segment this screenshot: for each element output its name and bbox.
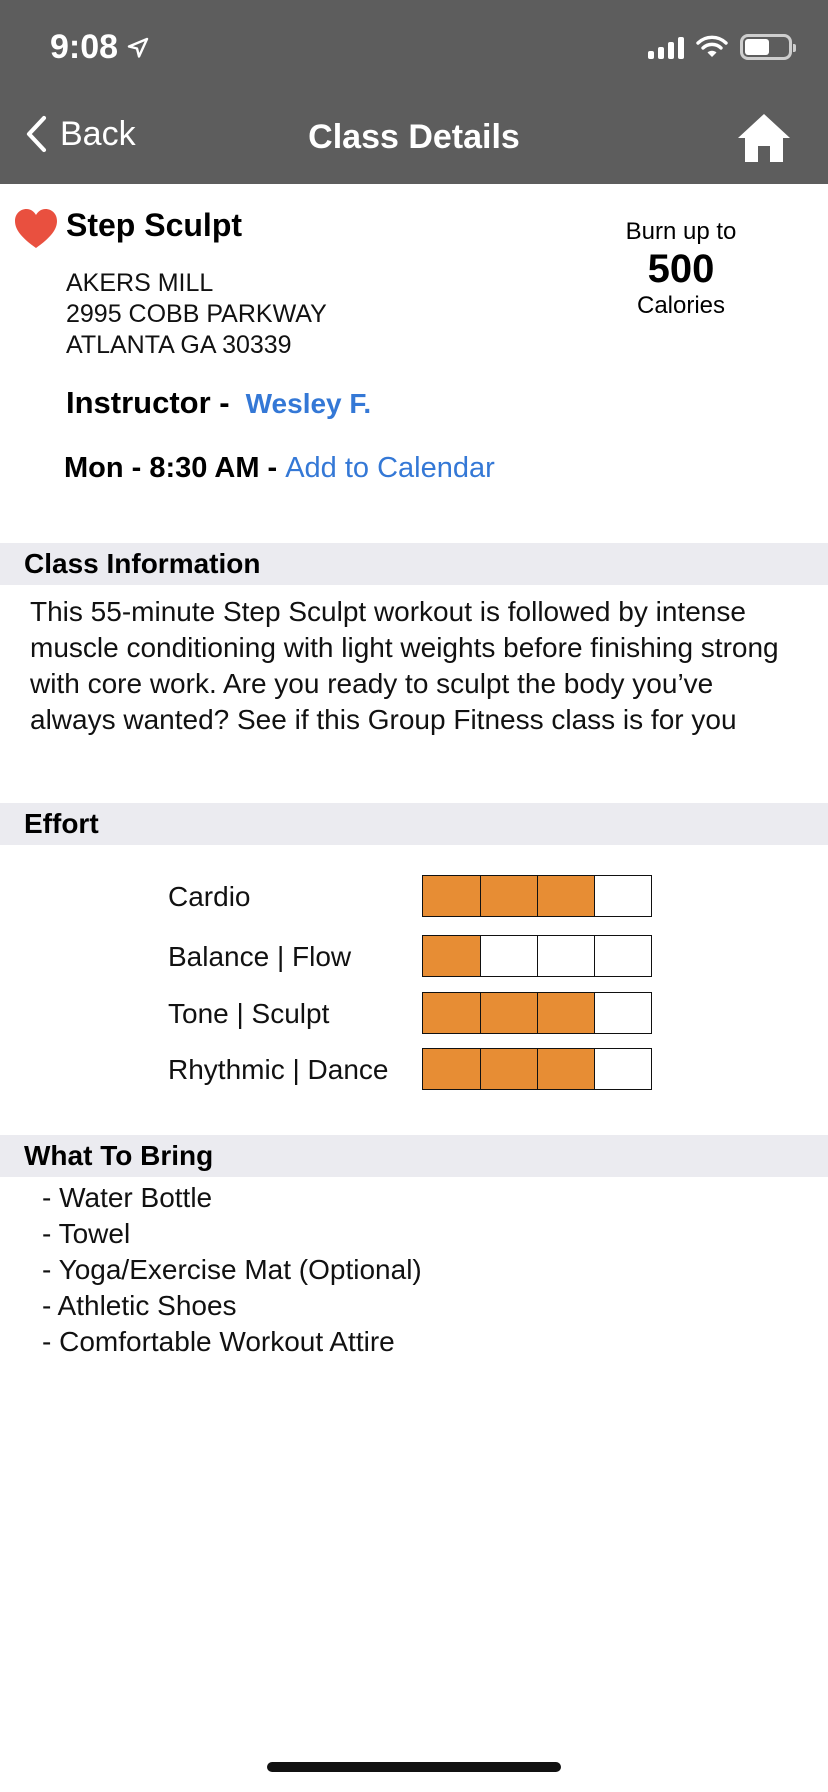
- battery-icon: [740, 34, 796, 60]
- class-description: This 55-minute Step Sculpt workout is fo…: [30, 596, 779, 735]
- list-item: - Comfortable Workout Attire: [42, 1326, 395, 1357]
- effort-label: Rhythmic | Dance: [168, 1054, 389, 1085]
- effort-cell-empty: [594, 1049, 651, 1089]
- effort-cell-filled: [537, 993, 594, 1033]
- effort-label: Balance | Flow: [168, 941, 352, 972]
- list-item: - Towel: [42, 1218, 131, 1249]
- effort-cell-filled: [423, 993, 480, 1033]
- status-time-text: 9:08: [50, 28, 119, 66]
- effort-row: Cardio: [168, 875, 668, 917]
- effort-cell-filled: [537, 876, 594, 916]
- effort-cell-empty: [537, 936, 594, 976]
- effort-cell-filled: [480, 993, 537, 1033]
- schedule-row: Mon - 8:30 AM - Add to Calendar: [64, 452, 495, 485]
- effort-cell-filled: [423, 936, 480, 976]
- effort-level-bar: [422, 1048, 652, 1090]
- status-time: 9:08: [50, 28, 150, 67]
- instructor-link[interactable]: Wesley F.: [246, 388, 372, 420]
- home-icon[interactable]: [736, 112, 792, 164]
- class-information-heading: Class Information: [0, 543, 828, 585]
- effort-label: Cardio: [168, 881, 251, 912]
- calorie-burn: Burn up to 500 Calories: [595, 218, 767, 320]
- location-arrow-icon: [127, 37, 149, 58]
- heart-icon[interactable]: [14, 208, 58, 250]
- calorie-suffix: Calories: [636, 292, 726, 319]
- list-item: - Water Bottle: [42, 1182, 213, 1213]
- effort-level-bar: [422, 875, 652, 917]
- instructor-row: Instructor - Wesley F.: [66, 385, 371, 421]
- calorie-prefix: Burn up to: [625, 218, 737, 245]
- schedule-time: Mon - 8:30 AM -: [64, 452, 278, 484]
- calorie-value: 500: [647, 247, 715, 291]
- status-indicators: [648, 34, 796, 60]
- home-indicator[interactable]: [267, 1762, 561, 1772]
- what-to-bring-heading: What To Bring: [0, 1135, 828, 1177]
- what-to-bring-list: - Water Bottle - Towel - Yoga/Exercise Mat…: [42, 1180, 422, 1360]
- list-item: - Athletic Shoes: [42, 1290, 237, 1321]
- address-line: ATLANTA GA 30339: [66, 331, 292, 359]
- effort-cell-filled: [480, 1049, 537, 1089]
- class-address: AKERS MILL 2995 COBB PARKWAY ATLANTA GA …: [66, 268, 327, 361]
- cellular-signal-icon: [648, 35, 684, 59]
- address-line: AKERS MILL: [66, 269, 214, 297]
- list-item: - Yoga/Exercise Mat (Optional): [42, 1254, 422, 1285]
- instructor-label: Instructor -: [66, 385, 230, 420]
- wifi-icon: [696, 35, 728, 57]
- effort-cell-empty: [480, 936, 537, 976]
- effort-cell-filled: [537, 1049, 594, 1089]
- effort-cell-filled: [480, 876, 537, 916]
- effort-heading: Effort: [0, 803, 828, 845]
- effort-cell-filled: [423, 1049, 480, 1089]
- effort-row: Tone | Sculpt: [168, 992, 668, 1034]
- effort-level-bar: [422, 935, 652, 977]
- effort-row: Rhythmic | Dance: [168, 1048, 668, 1090]
- class-name: Step Sculpt: [66, 207, 243, 243]
- add-to-calendar-link[interactable]: Add to Calendar: [285, 452, 495, 485]
- effort-cell-empty: [594, 993, 651, 1033]
- effort-label: Tone | Sculpt: [168, 998, 330, 1029]
- effort-cell-filled: [423, 876, 480, 916]
- effort-level-bar: [422, 992, 652, 1034]
- page-title: Class Details: [308, 118, 520, 156]
- effort-cell-empty: [594, 936, 651, 976]
- effort-cell-empty: [594, 876, 651, 916]
- effort-row: Balance | Flow: [168, 935, 668, 977]
- app-header: 9:08 Back Class Details: [0, 0, 828, 184]
- address-line: 2995 COBB PARKWAY: [66, 300, 327, 328]
